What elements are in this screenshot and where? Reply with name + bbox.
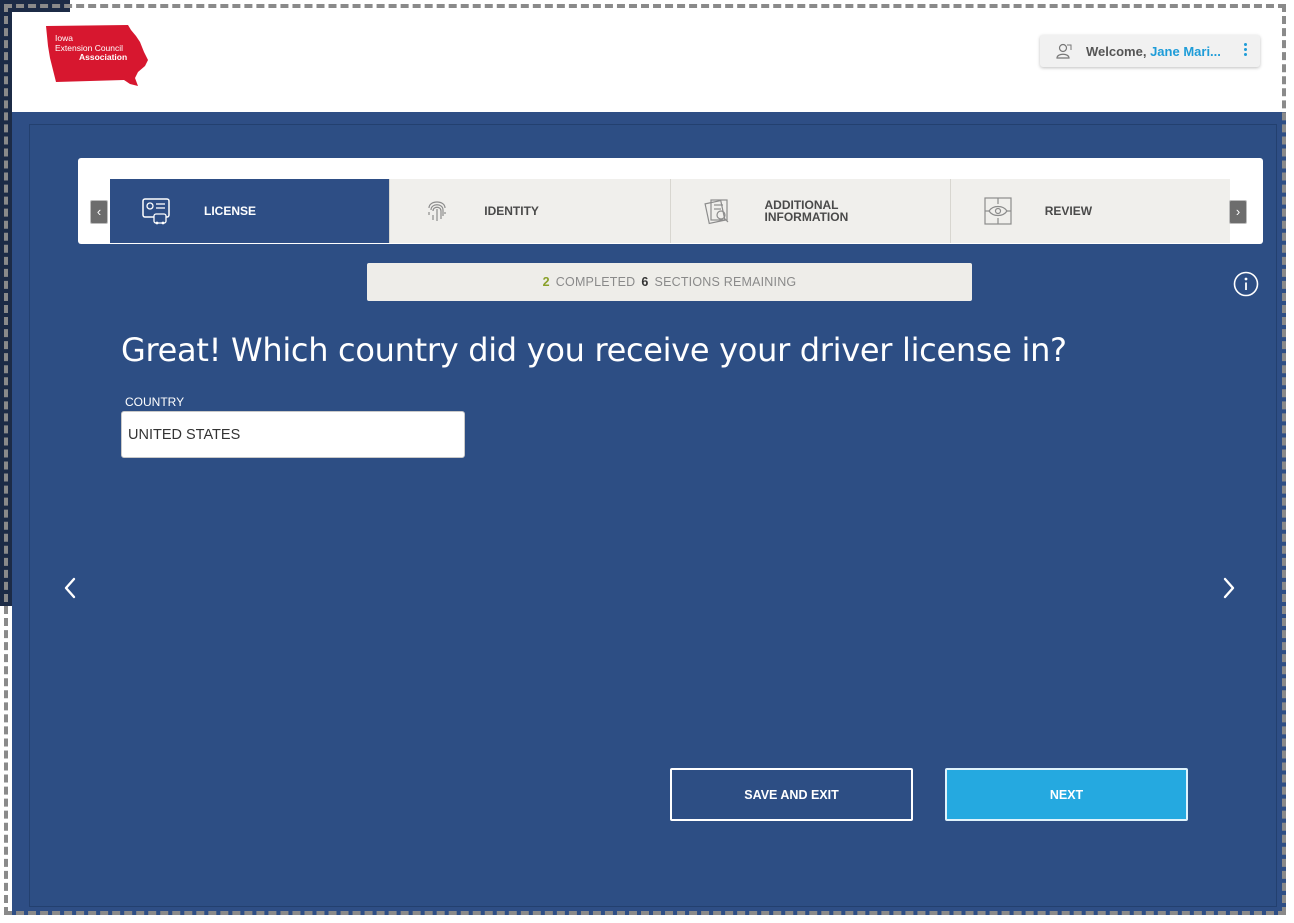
dashed-frame xyxy=(4,4,1286,915)
